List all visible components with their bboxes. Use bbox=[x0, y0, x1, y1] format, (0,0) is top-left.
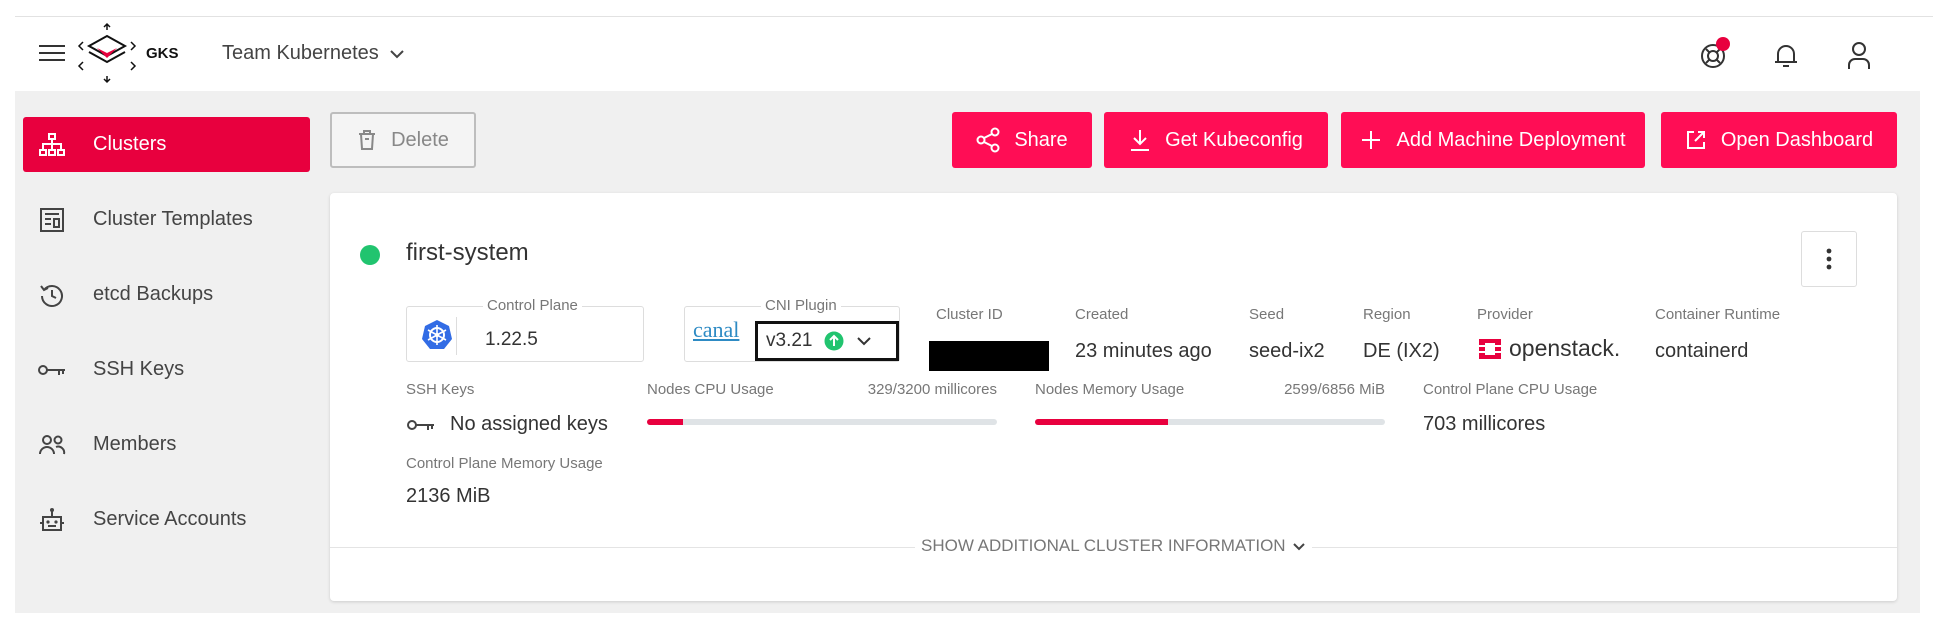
sidebar-item-label: etcd Backups bbox=[93, 283, 214, 305]
openstack-logo: openstack. bbox=[1477, 335, 1620, 362]
control-plane-label: Control Plane bbox=[483, 297, 582, 314]
sidebar-item-label: Members bbox=[93, 433, 177, 455]
sidebar-item-members[interactable]: Members bbox=[23, 417, 310, 472]
cluster-id-redacted bbox=[929, 341, 1049, 371]
project-selector[interactable]: Team Kubernetes bbox=[222, 42, 405, 65]
people-icon bbox=[37, 430, 67, 460]
cni-plugin-box: CNI Plugin canal v3.21 bbox=[684, 297, 900, 362]
key-icon bbox=[37, 355, 67, 385]
sidebar-item-label: Cluster Templates bbox=[93, 208, 253, 230]
ssh-keys-label: SSH Keys bbox=[406, 381, 475, 398]
sidebar-item-ssh-keys[interactable]: SSH Keys bbox=[23, 342, 310, 397]
notification-dot bbox=[1716, 37, 1730, 51]
menu-icon[interactable] bbox=[39, 45, 65, 63]
seed-value: seed-ix2 bbox=[1249, 340, 1325, 362]
trash-icon bbox=[359, 130, 376, 150]
cluster-card: first-system Control Plane 1.22.5 CNI Pl… bbox=[330, 193, 1897, 601]
nodes-cpu-value: 329/3200 millicores bbox=[867, 381, 997, 398]
open-dashboard-button[interactable]: Open Dashboard bbox=[1661, 112, 1897, 168]
project-name: Team Kubernetes bbox=[222, 42, 379, 64]
sidebar-item-cluster-templates[interactable]: Cluster Templates bbox=[23, 192, 310, 247]
region-label: Region bbox=[1363, 306, 1411, 323]
sidebar-item-etcd-backups[interactable]: etcd Backups bbox=[23, 267, 310, 322]
ssh-keys-value: No assigned keys bbox=[450, 413, 608, 435]
add-machine-deployment-label: Add Machine Deployment bbox=[1396, 128, 1626, 151]
nodes-cpu-bar-fill bbox=[647, 419, 684, 425]
gks-logo-icon[interactable] bbox=[77, 22, 137, 84]
nodes-cpu-bar bbox=[647, 419, 997, 425]
created-label: Created bbox=[1075, 306, 1129, 323]
download-icon bbox=[1131, 130, 1150, 151]
sidebar-item-label: Clusters bbox=[93, 133, 167, 155]
sitemap-icon bbox=[37, 130, 67, 160]
sidebar-item-label: Service Accounts bbox=[93, 508, 247, 530]
canal-logo: canal bbox=[693, 317, 740, 342]
status-indicator bbox=[360, 245, 380, 265]
delete-label: Delete bbox=[391, 128, 449, 151]
kubernetes-icon bbox=[419, 317, 457, 355]
get-kubeconfig-button[interactable]: Get Kubeconfig bbox=[1104, 112, 1328, 168]
logo-text: GKS bbox=[146, 45, 179, 62]
show-additional-info-button[interactable]: SHOW ADDITIONAL CLUSTER INFORMATION bbox=[915, 536, 1312, 556]
nodes-memory-bar-fill bbox=[1035, 419, 1168, 425]
sidebar-item-label: SSH Keys bbox=[93, 358, 185, 380]
region-value: DE (IX2) bbox=[1363, 340, 1440, 362]
help-icon[interactable] bbox=[1698, 37, 1730, 71]
share-button[interactable]: Share bbox=[952, 112, 1092, 168]
chevron-down-icon bbox=[390, 49, 404, 58]
template-icon bbox=[37, 205, 67, 235]
chevron-down-icon bbox=[857, 337, 872, 346]
ssh-keys-value-row: No assigned keys bbox=[406, 413, 608, 436]
control-plane-memory-label: Control Plane Memory Usage bbox=[406, 455, 603, 472]
control-plane-box: Control Plane 1.22.5 bbox=[406, 297, 644, 362]
cluster-name: first-system bbox=[406, 239, 529, 266]
control-plane-cpu-value: 703 millicores bbox=[1423, 413, 1546, 435]
delete-button[interactable]: Delete bbox=[330, 112, 476, 168]
upgrade-available-icon[interactable] bbox=[824, 331, 844, 351]
nodes-memory-bar bbox=[1035, 419, 1385, 425]
control-plane-version: 1.22.5 bbox=[485, 329, 538, 350]
share-icon bbox=[976, 127, 1000, 153]
provider-value: openstack. bbox=[1509, 335, 1621, 361]
share-label: Share bbox=[1014, 128, 1068, 151]
sidebar-item-clusters[interactable]: Clusters bbox=[23, 117, 310, 172]
top-header: GKS Team Kubernetes bbox=[15, 17, 1933, 91]
more-options-button[interactable] bbox=[1801, 231, 1857, 287]
openstack-icon bbox=[1479, 338, 1501, 359]
provider-label: Provider bbox=[1477, 306, 1533, 323]
history-icon bbox=[37, 280, 67, 310]
bell-icon[interactable] bbox=[1770, 39, 1802, 71]
sidebar-item-service-accounts[interactable]: Service Accounts bbox=[23, 492, 310, 547]
cni-plugin-label: CNI Plugin bbox=[761, 297, 841, 314]
created-value: 23 minutes ago bbox=[1075, 340, 1212, 362]
add-machine-deployment-button[interactable]: Add Machine Deployment bbox=[1341, 112, 1645, 168]
open-dashboard-label: Open Dashboard bbox=[1720, 128, 1874, 151]
show-additional-info-label: SHOW ADDITIONAL CLUSTER INFORMATION bbox=[921, 536, 1286, 555]
control-plane-memory-value: 2136 MiB bbox=[406, 485, 491, 507]
cni-version-value: v3.21 bbox=[766, 330, 813, 351]
more-vert-icon bbox=[1826, 248, 1832, 270]
chevron-down-icon bbox=[1292, 542, 1305, 550]
plus-icon bbox=[1362, 131, 1381, 149]
container-runtime-value: containerd bbox=[1655, 340, 1749, 362]
robot-icon bbox=[37, 505, 67, 535]
nodes-cpu-label: Nodes CPU Usage bbox=[647, 381, 774, 398]
sidebar: Clusters Cluster Templates etcd Backups … bbox=[15, 91, 320, 613]
key-icon bbox=[407, 419, 434, 430]
nodes-memory-value: 2599/6856 MiB bbox=[1284, 381, 1385, 398]
nodes-memory-label: Nodes Memory Usage bbox=[1035, 381, 1185, 398]
user-account-icon[interactable] bbox=[1843, 39, 1875, 71]
seed-label: Seed bbox=[1249, 306, 1285, 323]
get-kubeconfig-label: Get Kubeconfig bbox=[1165, 128, 1303, 151]
cluster-id-label: Cluster ID bbox=[936, 306, 1003, 323]
container-runtime-label: Container Runtime bbox=[1655, 306, 1781, 323]
control-plane-cpu-label: Control Plane CPU Usage bbox=[1423, 381, 1598, 398]
external-link-icon bbox=[1686, 131, 1705, 149]
cni-version-select[interactable]: v3.21 bbox=[755, 321, 899, 361]
